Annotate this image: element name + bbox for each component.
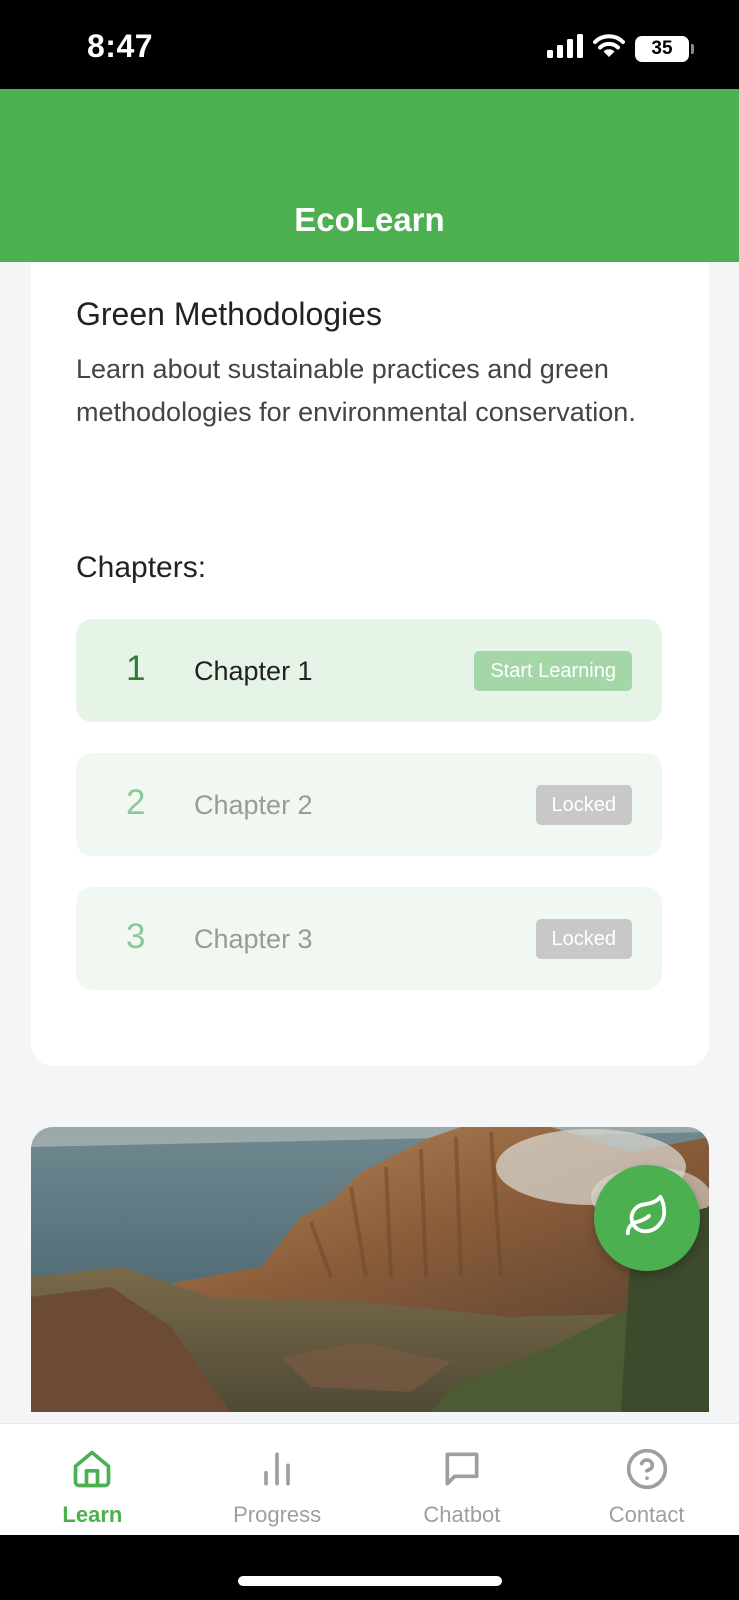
chapter-row-1[interactable]: 1 Chapter 1 Start Learning: [76, 619, 662, 722]
chapter-name: Chapter 1: [194, 656, 313, 686]
app-screen: 8:47 35 EcoLearn Green Methodologies Lea…: [0, 0, 739, 1600]
help-circle-icon: [625, 1447, 669, 1496]
chapter-row-3: 3 Chapter 3 Locked: [76, 887, 662, 990]
status-time: 8:47: [87, 28, 154, 64]
chapter-name: Chapter 3: [194, 924, 313, 954]
chat-bubble-icon: [440, 1447, 484, 1496]
battery-icon: 35: [635, 35, 694, 62]
locked-badge: Locked: [535, 919, 632, 959]
nav-item-chatbot[interactable]: Chatbot: [370, 1424, 555, 1535]
locked-badge: Locked: [535, 785, 632, 825]
start-learning-button[interactable]: Start Learning: [474, 651, 632, 691]
app-header: EcoLearn: [0, 89, 739, 262]
course-description: Learn about sustainable practices and gr…: [76, 354, 636, 427]
course-title: Green Methodologies: [76, 296, 382, 332]
status-bar: 8:47 35: [0, 0, 739, 89]
chapters-heading: Chapters:: [76, 551, 207, 584]
nav-label: Chatbot: [423, 1502, 501, 1527]
home-icon: [70, 1447, 114, 1496]
nav-item-progress[interactable]: Progress: [185, 1424, 370, 1535]
cellular-signal-icon: [547, 34, 583, 63]
nav-label: Progress: [233, 1502, 322, 1527]
bottom-nav: Learn Progress Chatbot Contact: [0, 1423, 739, 1535]
chapter-row-2: 2 Chapter 2 Locked: [76, 753, 662, 856]
wifi-icon: [593, 34, 625, 63]
course-card: Green Methodologies Learn about sustaina…: [31, 262, 709, 1066]
nav-label: Contact: [608, 1502, 685, 1527]
nav-item-contact[interactable]: Contact: [554, 1424, 739, 1535]
landscape-image: [31, 1127, 709, 1412]
chapter-number: 1: [126, 649, 146, 688]
nav-item-learn[interactable]: Learn: [0, 1424, 185, 1535]
status-icons: 35: [547, 34, 694, 63]
leaf-icon: [624, 1193, 670, 1244]
eco-fab-button[interactable]: [594, 1165, 700, 1271]
home-bar-area: [0, 1535, 739, 1600]
chapter-name: Chapter 2: [194, 790, 313, 820]
app-title: EcoLearn: [294, 201, 445, 238]
chapter-number: 2: [126, 783, 146, 822]
chapter-number: 3: [126, 917, 146, 956]
bar-chart-icon: [255, 1447, 299, 1496]
nav-label: Learn: [62, 1502, 123, 1527]
home-indicator[interactable]: [238, 1576, 502, 1586]
